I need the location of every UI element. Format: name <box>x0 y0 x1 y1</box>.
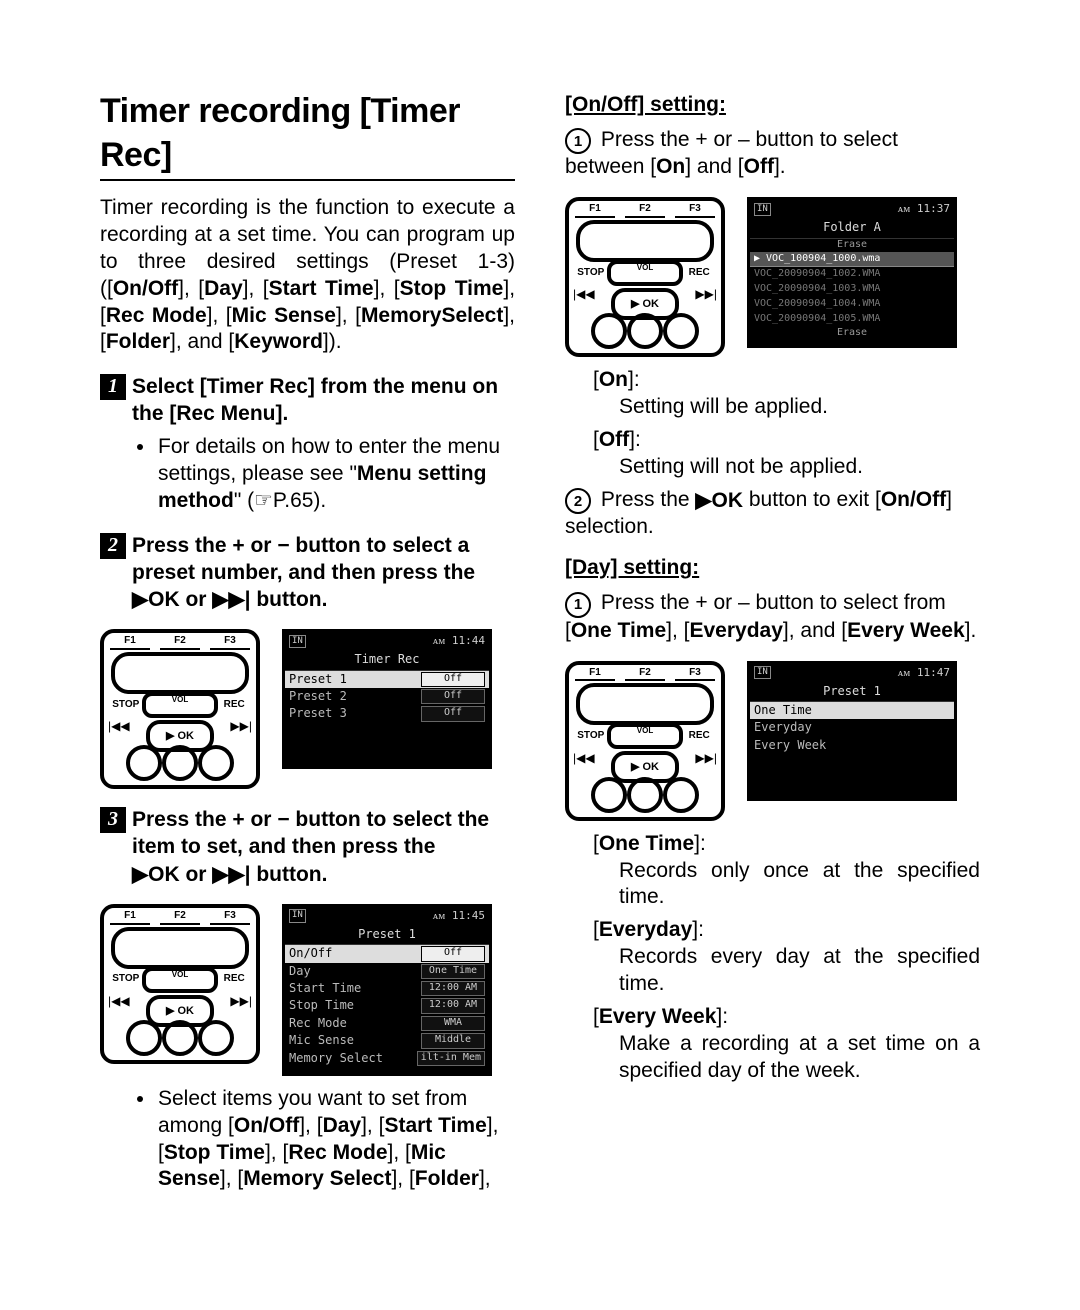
step-1: 1 Select [Timer Rec] from the menu on th… <box>100 374 515 428</box>
lcd-day-options: INᴀᴍ 11:47 Preset 1 One Time Everyday Ev… <box>747 661 957 801</box>
lcd-preset1-items: INᴀᴍ 11:45 Preset 1 On/OffOff DayOne Tim… <box>282 904 492 1076</box>
substep-1-icon: 1 <box>565 128 591 154</box>
substep-2-icon: 2 <box>565 488 591 514</box>
day-heading: [Day] setting: <box>565 555 980 582</box>
substep-1-icon: 1 <box>565 592 591 618</box>
device-diagram: F1F2F3 STOPREC ▶ OK |◀◀▶▶| <box>565 661 725 821</box>
onoff-heading: [On/Off] setting: <box>565 92 980 119</box>
step-number-3: 3 <box>100 807 126 833</box>
device-diagram: F1F2F3 STOPREC ▶ OK |◀◀▶▶| <box>565 197 725 357</box>
step-2: 2 Press the + or − button to select a pr… <box>100 533 515 614</box>
day-step-1: 1 Press the + or – button to select from… <box>565 590 980 644</box>
step-number-1: 1 <box>100 374 126 400</box>
device-diagram: F1F2F3 STOPREC ▶ OK |◀◀▶▶| <box>100 629 260 789</box>
step-3-bullets: Select items you want to set from among … <box>138 1086 515 1194</box>
intro-paragraph: Timer recording is the function to execu… <box>100 195 515 356</box>
lcd-folder-a: INᴀᴍ 11:37 Folder A Erase ▶ VOC_100904_1… <box>747 197 957 348</box>
figure-row-2: F1F2F3 STOPREC ▶ OK |◀◀▶▶| INᴀᴍ 11:45 Pr… <box>100 904 515 1076</box>
step-1-text: Select [Timer Rec] from the menu on the … <box>132 374 515 428</box>
left-column: Timer recording [Timer Rec] Timer record… <box>100 90 515 1207</box>
section-title: Timer recording [Timer Rec] <box>100 90 515 177</box>
figure-row-day: F1F2F3 STOPREC ▶ OK |◀◀▶▶| INᴀᴍ 11:47 Pr… <box>565 661 980 821</box>
step-2-text: Press the + or − button to select a pres… <box>132 533 515 614</box>
onoff-step-1: 1 Press the + or – button to select betw… <box>565 127 980 181</box>
step-1-bullets: For details on how to enter the menu set… <box>138 434 515 515</box>
step-number-2: 2 <box>100 533 126 559</box>
onoff-step-2: 2 Press the ▶OK button to exit [On/Off] … <box>565 487 980 541</box>
day-definitions: [One Time]: Records only once at the spe… <box>593 831 980 1085</box>
right-column: [On/Off] setting: 1 Press the + or – but… <box>565 90 980 1207</box>
device-diagram: F1F2F3 STOPREC ▶ OK |◀◀▶▶| <box>100 904 260 1064</box>
figure-row-onoff: F1F2F3 STOPREC ▶ OK |◀◀▶▶| INᴀᴍ 11:37 Fo… <box>565 197 980 357</box>
figure-row-1: F1F2F3 STOPREC ▶ OK |◀◀▶▶| INᴀᴍ 11:44 Ti… <box>100 629 515 789</box>
step-3: 3 Press the + or − button to select the … <box>100 807 515 888</box>
title-rule <box>100 179 515 181</box>
lcd-preset-list: INᴀᴍ 11:44 Timer Rec Preset 1Off Preset … <box>282 629 492 769</box>
step-3-text: Press the + or − button to select the it… <box>132 807 515 888</box>
onoff-definitions: [On]: Setting will be applied. [Off]: Se… <box>593 367 980 481</box>
